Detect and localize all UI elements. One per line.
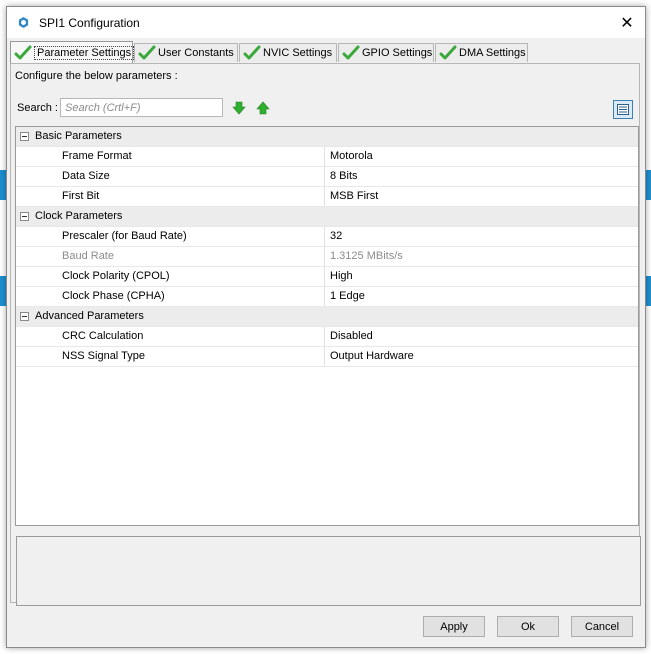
param-row-nss-signal-type[interactable]: NSS Signal Type Output Hardware: [16, 347, 638, 367]
param-row-frame-format[interactable]: Frame Format Motorola: [16, 147, 638, 167]
tab-label: DMA Settings: [459, 47, 526, 59]
param-value[interactable]: Motorola: [324, 147, 638, 166]
param-name: Clock Phase (CPHA): [62, 290, 165, 302]
parameter-settings-panel: Configure the below parameters : Search …: [10, 63, 641, 606]
search-input[interactable]: [60, 98, 223, 117]
param-name: Data Size: [62, 170, 110, 182]
param-name: Baud Rate: [62, 250, 114, 262]
param-name: CRC Calculation: [62, 330, 144, 342]
group-row-basic-parameters[interactable]: Basic Parameters: [16, 127, 638, 147]
collapse-toggle-icon[interactable]: [20, 312, 29, 321]
group-row-advanced-parameters[interactable]: Advanced Parameters: [16, 307, 638, 327]
tab-gpio-settings[interactable]: GPIO Settings: [338, 43, 434, 62]
param-row-prescaler[interactable]: Prescaler (for Baud Rate) 32: [16, 227, 638, 247]
tab-nvic-settings[interactable]: NVIC Settings: [239, 43, 337, 62]
param-row-clock-phase[interactable]: Clock Phase (CPHA) 1 Edge: [16, 287, 638, 307]
param-value[interactable]: Disabled: [324, 327, 638, 346]
group-name: Advanced Parameters: [35, 310, 144, 322]
apply-button[interactable]: Apply: [423, 616, 485, 637]
param-row-data-size[interactable]: Data Size 8 Bits: [16, 167, 638, 187]
param-name: Prescaler (for Baud Rate): [62, 230, 187, 242]
param-row-crc-calculation[interactable]: CRC Calculation Disabled: [16, 327, 638, 347]
close-icon: ✕: [620, 14, 634, 32]
param-row-baud-rate: Baud Rate 1.3125 MBits/s: [16, 247, 638, 267]
tab-bar: Parameter Settings User Constants NVIC S…: [10, 41, 640, 63]
list-view-icon: [617, 104, 629, 115]
window-title: SPI1 Configuration: [39, 16, 140, 30]
param-name: NSS Signal Type: [62, 350, 145, 362]
param-value[interactable]: 1 Edge: [324, 287, 638, 306]
param-name: First Bit: [62, 190, 100, 202]
tab-label: NVIC Settings: [263, 47, 333, 59]
search-next-arrow-down-icon[interactable]: [232, 101, 246, 115]
tab-label: GPIO Settings: [362, 47, 433, 59]
param-row-clock-polarity[interactable]: Clock Polarity (CPOL) High: [16, 267, 638, 287]
check-icon: [138, 45, 156, 60]
param-value[interactable]: 32: [324, 227, 638, 246]
search-label: Search :: [17, 102, 58, 114]
parameter-grid: Basic Parameters Frame Format Motorola D…: [15, 126, 639, 526]
close-button[interactable]: ✕: [609, 7, 645, 38]
tab-label: Parameter Settings: [34, 45, 135, 60]
group-name: Basic Parameters: [35, 130, 122, 142]
param-value[interactable]: 8 Bits: [324, 167, 638, 186]
title-bar: SPI1 Configuration ✕: [7, 7, 645, 38]
param-value[interactable]: Output Hardware: [324, 347, 638, 366]
description-area: [16, 536, 641, 606]
check-icon: [243, 45, 261, 60]
group-name: Clock Parameters: [35, 210, 123, 222]
tab-label: User Constants: [158, 47, 234, 59]
param-value[interactable]: MSB First: [324, 187, 638, 206]
collapse-toggle-icon[interactable]: [20, 212, 29, 221]
tab-parameter-settings[interactable]: Parameter Settings: [10, 41, 135, 63]
param-name: Clock Polarity (CPOL): [62, 270, 170, 282]
ok-button[interactable]: Ok: [497, 616, 559, 637]
collapse-toggle-icon[interactable]: [20, 132, 29, 141]
tab-user-constants[interactable]: User Constants: [134, 43, 238, 62]
instruction-text: Configure the below parameters :: [15, 70, 178, 82]
group-row-clock-parameters[interactable]: Clock Parameters: [16, 207, 638, 227]
check-icon: [342, 45, 360, 60]
param-name: Frame Format: [62, 150, 132, 162]
cancel-button[interactable]: Cancel: [571, 616, 633, 637]
tab-dma-settings[interactable]: DMA Settings: [435, 43, 528, 62]
spi1-configuration-dialog: SPI1 Configuration ✕ Parameter Settings …: [6, 6, 646, 648]
param-value: 1.3125 MBits/s: [324, 247, 638, 266]
param-value[interactable]: High: [324, 267, 638, 286]
list-view-toggle-button[interactable]: [613, 100, 633, 119]
check-icon: [14, 45, 32, 59]
param-row-first-bit[interactable]: First Bit MSB First: [16, 187, 638, 207]
app-logo-icon: [18, 17, 29, 28]
check-icon: [439, 45, 457, 60]
search-prev-arrow-up-icon[interactable]: [256, 101, 270, 115]
